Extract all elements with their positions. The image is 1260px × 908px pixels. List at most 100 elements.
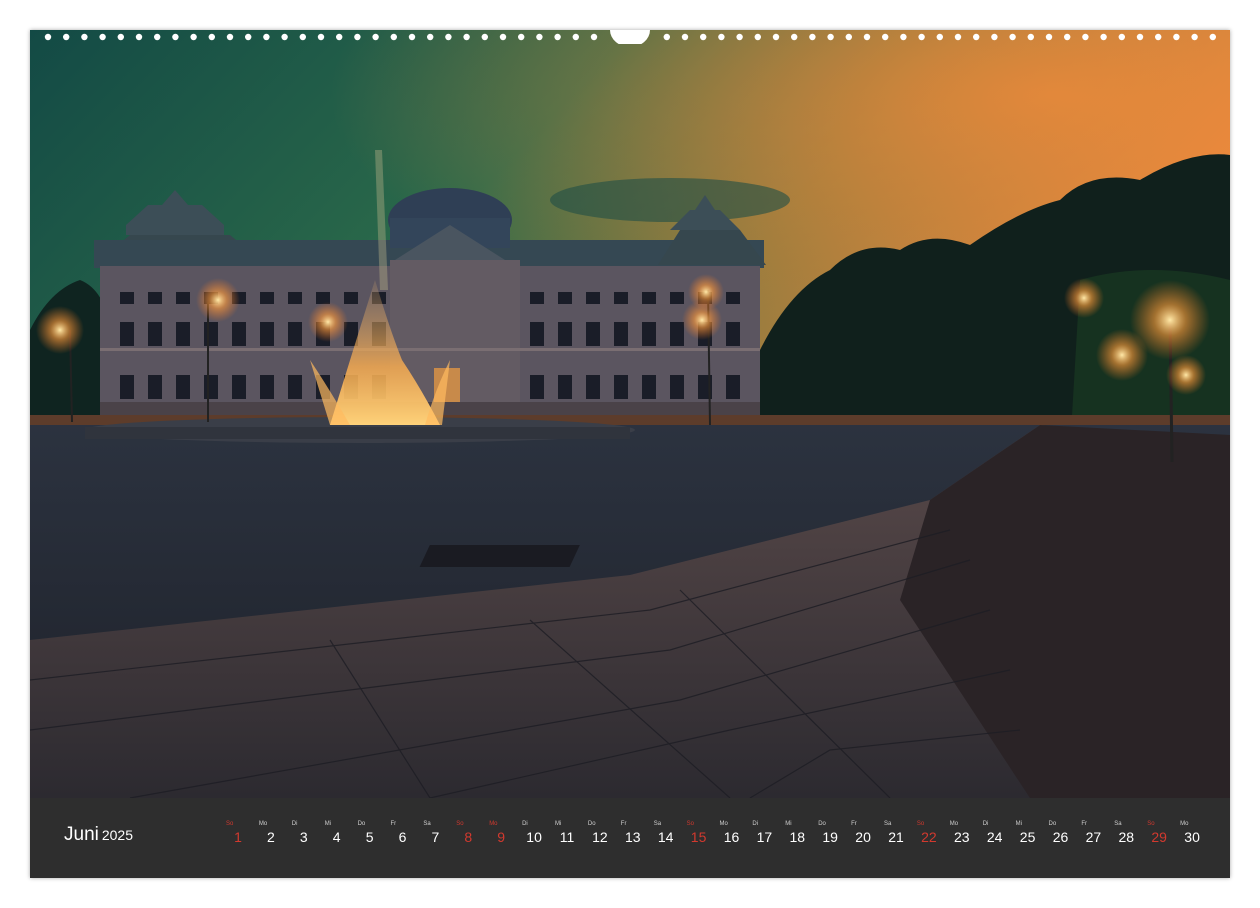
binding-hole [809,34,815,40]
calendar-day: So8 [452,820,484,846]
calendar-day: So22 [913,820,945,846]
day-number: 27 [1077,828,1109,846]
day-number: 7 [419,828,451,846]
palace-window [586,322,600,346]
binding-hole [827,34,833,40]
binding-hole [118,34,124,40]
binding-hole [1119,34,1125,40]
palace-window [288,322,302,346]
palace-window [670,375,684,399]
calendar-day: So15 [683,820,715,846]
binding-hole [1028,34,1034,40]
calendar-day: Fr20 [847,820,879,846]
day-number: 17 [748,828,780,846]
palace-window [204,322,218,346]
binding-hole [682,34,688,40]
palace-window [670,292,684,304]
binding-hole [445,34,451,40]
calendar-day: Mo9 [485,820,517,846]
day-number: 22 [913,828,945,846]
binding-hole [664,34,670,40]
palace-window [120,375,134,399]
binding-hole [773,34,779,40]
palace-window [558,375,572,399]
weekday-label: Sa [650,820,682,828]
palace-window [726,375,740,399]
palace-window [176,322,190,346]
binding-hole [1009,34,1015,40]
weekday-label: Mo [946,820,978,828]
day-number: 15 [683,828,715,846]
calendar-day: So29 [1143,820,1175,846]
binding-hole [190,34,196,40]
day-number: 1 [222,828,254,846]
weekday-label: So [222,820,254,828]
calendar-day: Mi25 [1012,820,1044,846]
binding-hole [573,34,579,40]
binding-hole [500,34,506,40]
palace-window [260,292,274,304]
weekday-label: So [1143,820,1175,828]
binding-hole [1137,34,1143,40]
weekday-label: Do [354,820,386,828]
day-number: 30 [1176,828,1208,846]
calendar-day: Fr6 [387,820,419,846]
weekday-label: Di [979,820,1011,828]
calendar-day: Mo30 [1176,820,1208,846]
palace-window [344,292,358,304]
binding-hole [318,34,324,40]
binding-hole [918,34,924,40]
binding-hole [1191,34,1197,40]
day-number: 8 [452,828,484,846]
day-number: 29 [1143,828,1175,846]
calendar-day: Mo16 [716,820,748,846]
weekday-label: Do [814,820,846,828]
palace-window [726,322,740,346]
calendar-day: So1 [222,820,254,846]
weekday-label: Sa [880,820,912,828]
calendar-day: Fr13 [617,820,649,846]
binding-hole [1210,34,1216,40]
day-number: 11 [551,828,583,846]
weekday-label: Mo [485,820,517,828]
binding-hole [882,34,888,40]
binding-hole [136,34,142,40]
weekday-label: So [452,820,484,828]
binding-hole [263,34,269,40]
calendar-day: Sa21 [880,820,912,846]
binding-hole [736,34,742,40]
palace-window [614,292,628,304]
binding-hole [554,34,560,40]
calendar-day: Mo23 [946,820,978,846]
weekday-label: Mi [321,820,353,828]
day-number: 20 [847,828,879,846]
binding-hole [718,34,724,40]
day-number: 25 [1012,828,1044,846]
palace-window [642,322,656,346]
weekday-label: Do [584,820,616,828]
weekday-label: Fr [617,820,649,828]
binding-hole [354,34,360,40]
night-photo-palace-fountain [30,30,1230,798]
palace-window [558,292,572,304]
day-number: 24 [979,828,1011,846]
palace-window [176,375,190,399]
weekday-label: Mo [255,820,287,828]
palace-window [260,375,274,399]
binding-hole [172,34,178,40]
binding-hole [1046,34,1052,40]
binding-hole [1100,34,1106,40]
palace-window [148,375,162,399]
weekday-label: Di [518,820,550,828]
weekday-label: Do [1045,820,1077,828]
palace-window [726,292,740,304]
calendar-day: Sa28 [1110,820,1142,846]
day-number: 28 [1110,828,1142,846]
palace-window [530,322,544,346]
palace-window [530,292,544,304]
palace-window [120,322,134,346]
calendar-page: Juni2025 So1Mo2Di3Mi4Do5Fr6Sa7So8Mo9Di10… [30,30,1230,878]
calendar-bar: Juni2025 So1Mo2Di3Mi4Do5Fr6Sa7So8Mo9Di10… [30,798,1230,878]
palace-window [558,322,572,346]
binding-hole [700,34,706,40]
